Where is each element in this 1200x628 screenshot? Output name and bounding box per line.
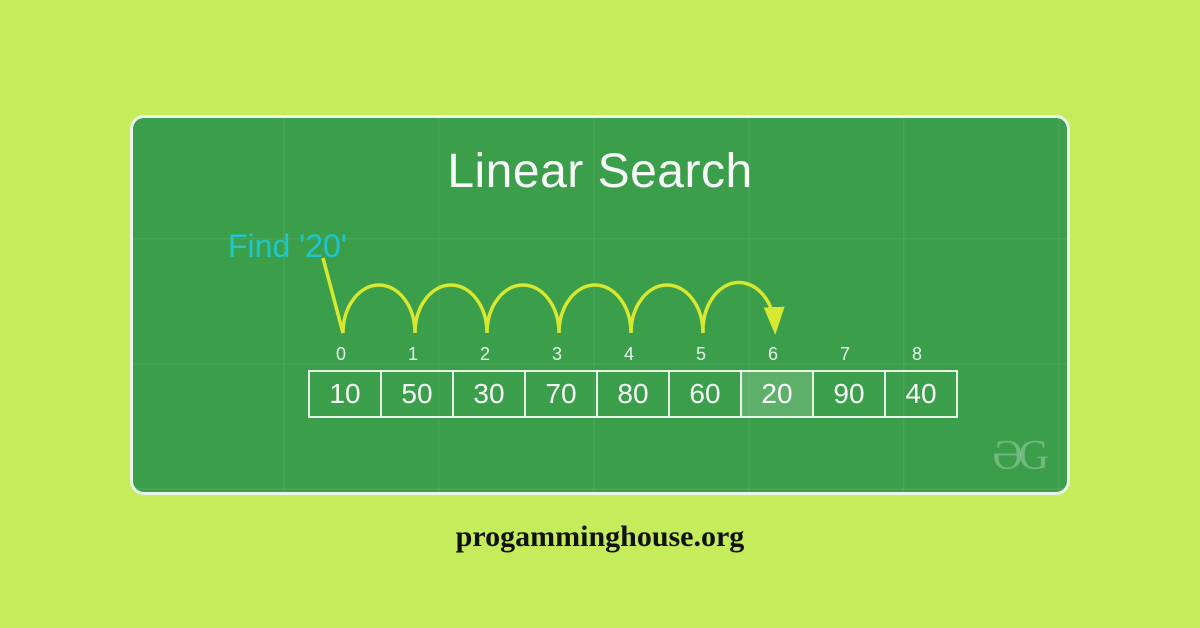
hop-arrows [293,228,853,338]
index-label: 8 [902,344,932,365]
array-cell: 60 [668,370,742,418]
array-cells: 10 50 30 70 80 60 20 90 40 [308,370,958,418]
index-label: 5 [686,344,716,365]
array-cell-highlight: 20 [740,370,814,418]
index-label: 6 [758,344,788,365]
diagram-title: Linear Search [133,144,1067,199]
array-cell: 70 [524,370,598,418]
array-cell: 80 [596,370,670,418]
index-label: 4 [614,344,644,365]
index-label: 2 [470,344,500,365]
array-cell: 90 [812,370,886,418]
index-label: 1 [398,344,428,365]
source-logo: ƏG [992,432,1045,480]
caption-text: progamminghouse.org [0,520,1200,554]
array-cell: 50 [380,370,454,418]
array-cell: 10 [308,370,382,418]
array-cell: 30 [452,370,526,418]
array-cell: 40 [884,370,958,418]
diagram-card: Linear Search Find '20' 0 1 2 3 4 5 6 7 … [130,115,1070,495]
index-label: 7 [830,344,860,365]
index-label: 0 [326,344,356,365]
index-label: 3 [542,344,572,365]
